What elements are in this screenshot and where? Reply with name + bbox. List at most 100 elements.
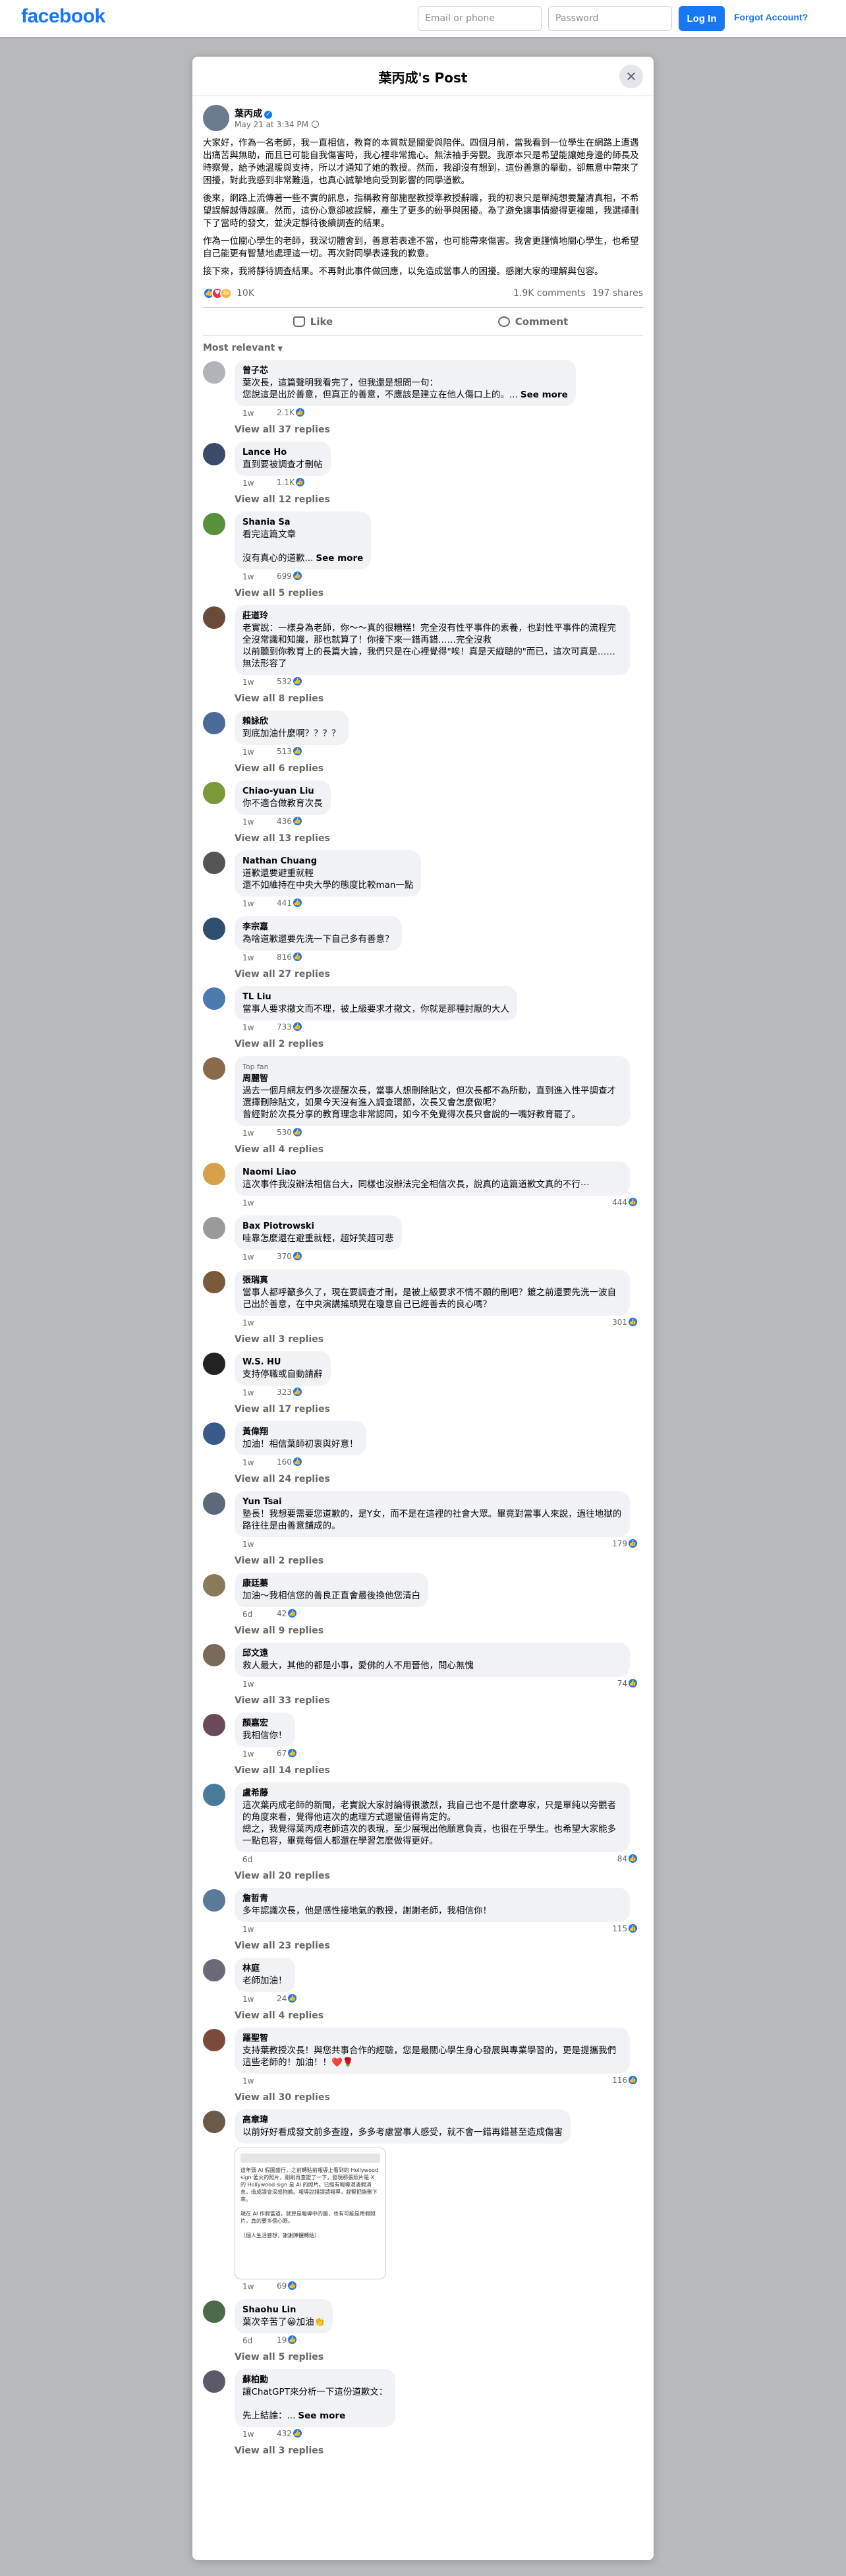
commenter-avatar[interactable]	[203, 782, 225, 804]
comment-time[interactable]: 1w	[242, 572, 254, 581]
comment-time[interactable]: 1w	[242, 409, 254, 418]
comment-sort-dropdown[interactable]: Most relevant ▼	[203, 336, 643, 360]
commenter-name[interactable]: 邱文遠	[242, 1648, 622, 1660]
comment-time[interactable]: 1w	[242, 2430, 254, 2439]
forgot-account-link[interactable]: Forgot Account?	[734, 12, 808, 22]
commenter-avatar[interactable]	[203, 2029, 225, 2051]
commenter-avatar[interactable]	[203, 1959, 225, 1981]
comments-count[interactable]: 1.9K comments	[513, 288, 586, 299]
commenter-name[interactable]: 李宗嘉	[242, 922, 394, 933]
view-replies-link[interactable]: View all 4 replies	[235, 1139, 643, 1155]
see-more-link[interactable]: See more	[521, 390, 568, 400]
view-replies-link[interactable]: View all 12 replies	[235, 489, 643, 505]
commenter-name[interactable]: Shaohu Lin	[242, 2304, 325, 2316]
commenter-name[interactable]: 曾子芯	[242, 365, 568, 377]
comment-reactions[interactable]: 733 👍	[277, 1022, 302, 1032]
view-replies-link[interactable]: View all 3 replies	[235, 1329, 643, 1345]
commenter-avatar[interactable]	[203, 2111, 225, 2133]
view-replies-link[interactable]: View all 17 replies	[235, 1399, 643, 1415]
comment-time[interactable]: 1w	[242, 1128, 254, 1138]
close-icon[interactable]: ✕	[619, 65, 643, 88]
comment-reactions[interactable]: 179 👍	[612, 1538, 638, 1548]
comment-reactions[interactable]: 74 👍	[617, 1678, 638, 1688]
facebook-logo[interactable]: facebook	[21, 5, 105, 28]
comment-time[interactable]: 1w	[242, 1925, 254, 1934]
view-replies-link[interactable]: View all 5 replies	[235, 583, 643, 599]
commenter-name[interactable]: 盧希藤	[242, 1788, 622, 1800]
comment-reactions[interactable]: 432 👍	[277, 2428, 302, 2438]
comment-reactions[interactable]: 370 👍	[277, 1251, 302, 1261]
commenter-name[interactable]: 康廷蓁	[242, 1578, 420, 1590]
commenter-avatar[interactable]	[203, 606, 225, 629]
comment-time[interactable]: 1w	[242, 747, 254, 757]
view-replies-link[interactable]: View all 20 replies	[235, 1865, 643, 1881]
comment-attached-image[interactable]: 這年頭 AI 假圖盛行，之前轉貼前報導上看到的 Hollywood sign 著…	[235, 2148, 386, 2279]
view-replies-link[interactable]: View all 30 replies	[235, 2087, 643, 2103]
comment-reactions[interactable]: 816 👍	[277, 952, 302, 962]
comment-reactions[interactable]: 2.1K 👍	[277, 407, 305, 417]
comment-reactions[interactable]: 69 👍	[277, 2281, 298, 2291]
commenter-name[interactable]: 高章瑋	[242, 2115, 563, 2126]
commenter-name[interactable]: Chiao-yuan Liu	[242, 786, 323, 798]
commenter-name[interactable]: 羅聖智	[242, 2033, 622, 2045]
comment-reactions[interactable]: 24 👍	[277, 1993, 298, 2003]
comment-time[interactable]: 1w	[242, 678, 254, 687]
comment-time[interactable]: 1w	[242, 479, 254, 488]
comment-time[interactable]: 1w	[242, 1749, 254, 1759]
commenter-name[interactable]: 顏嘉宏	[242, 1718, 287, 1730]
commenter-name[interactable]: 莊道玲	[242, 610, 622, 622]
comment-time[interactable]: 1w	[242, 1252, 254, 1262]
email-field[interactable]	[418, 6, 542, 31]
comment-time[interactable]: 1w	[242, 1023, 254, 1032]
commenter-avatar[interactable]	[203, 1644, 225, 1666]
commenter-name[interactable]: Bax Piotrowski	[242, 1221, 394, 1233]
comment-time[interactable]: 1w	[242, 1540, 254, 1549]
commenter-name[interactable]: Naomi Liao	[242, 1167, 622, 1179]
commenter-avatar[interactable]	[203, 1057, 225, 1080]
comment-reactions[interactable]: 323 👍	[277, 1387, 302, 1397]
comment-reactions[interactable]: 513 👍	[277, 746, 302, 756]
commenter-avatar[interactable]	[203, 2370, 225, 2393]
comment-reactions[interactable]: 436 👍	[277, 816, 302, 826]
commenter-avatar[interactable]	[203, 987, 225, 1010]
shares-count[interactable]: 197 shares	[592, 288, 643, 299]
commenter-avatar[interactable]	[203, 1163, 225, 1185]
comment-button[interactable]: Comment	[423, 308, 643, 336]
comment-time[interactable]: 1w	[242, 953, 254, 962]
comment-time[interactable]: 1w	[242, 2282, 254, 2291]
comment-time[interactable]: 6d	[242, 1855, 252, 1864]
commenter-avatar[interactable]	[203, 852, 225, 874]
see-more-link[interactable]: See more	[316, 553, 363, 564]
commenter-name[interactable]: 蘇柏勳	[242, 2374, 387, 2386]
comment-reactions[interactable]: 115 👍	[612, 1923, 638, 1933]
commenter-name[interactable]: 黃偉翔	[242, 1426, 358, 1438]
commenter-name[interactable]: 詹哲青	[242, 1893, 622, 1905]
comment-time[interactable]: 1w	[242, 1458, 254, 1467]
comment-time[interactable]: 1w	[242, 1318, 254, 1328]
comment-reactions[interactable]: 19 👍	[277, 2335, 298, 2345]
commenter-avatar[interactable]	[203, 1422, 225, 1445]
commenter-avatar[interactable]	[203, 1492, 225, 1515]
comment-time[interactable]: 1w	[242, 1198, 254, 1208]
view-replies-link[interactable]: View all 3 replies	[235, 2440, 643, 2456]
comment-reactions[interactable]: 301 👍	[612, 1317, 638, 1327]
reaction-icons[interactable]: 👍 ♥ 😆	[203, 287, 232, 299]
commenter-name[interactable]: 周麗智	[242, 1073, 622, 1085]
view-replies-link[interactable]: View all 8 replies	[235, 688, 643, 704]
view-replies-link[interactable]: View all 9 replies	[235, 1620, 643, 1636]
comment-time[interactable]: 6d	[242, 1610, 252, 1619]
commenter-name[interactable]: Nathan Chuang	[242, 856, 413, 867]
view-replies-link[interactable]: View all 6 replies	[235, 758, 643, 774]
view-replies-link[interactable]: View all 23 replies	[235, 1935, 643, 1951]
commenter-name[interactable]: 賴詠欣	[242, 716, 341, 728]
comment-reactions[interactable]: 160 👍	[277, 1457, 302, 1467]
comment-reactions[interactable]: 67 👍	[277, 1748, 298, 1758]
comment-time[interactable]: 1w	[242, 2076, 254, 2086]
comment-reactions[interactable]: 444 👍	[612, 1197, 638, 1207]
comment-reactions[interactable]: 532 👍	[277, 676, 302, 686]
commenter-avatar[interactable]	[203, 443, 225, 465]
comment-time[interactable]: 1w	[242, 1995, 254, 2004]
login-button[interactable]: Log In	[679, 6, 725, 31]
comment-time[interactable]: 1w	[242, 817, 254, 827]
commenter-avatar[interactable]	[203, 1784, 225, 1806]
